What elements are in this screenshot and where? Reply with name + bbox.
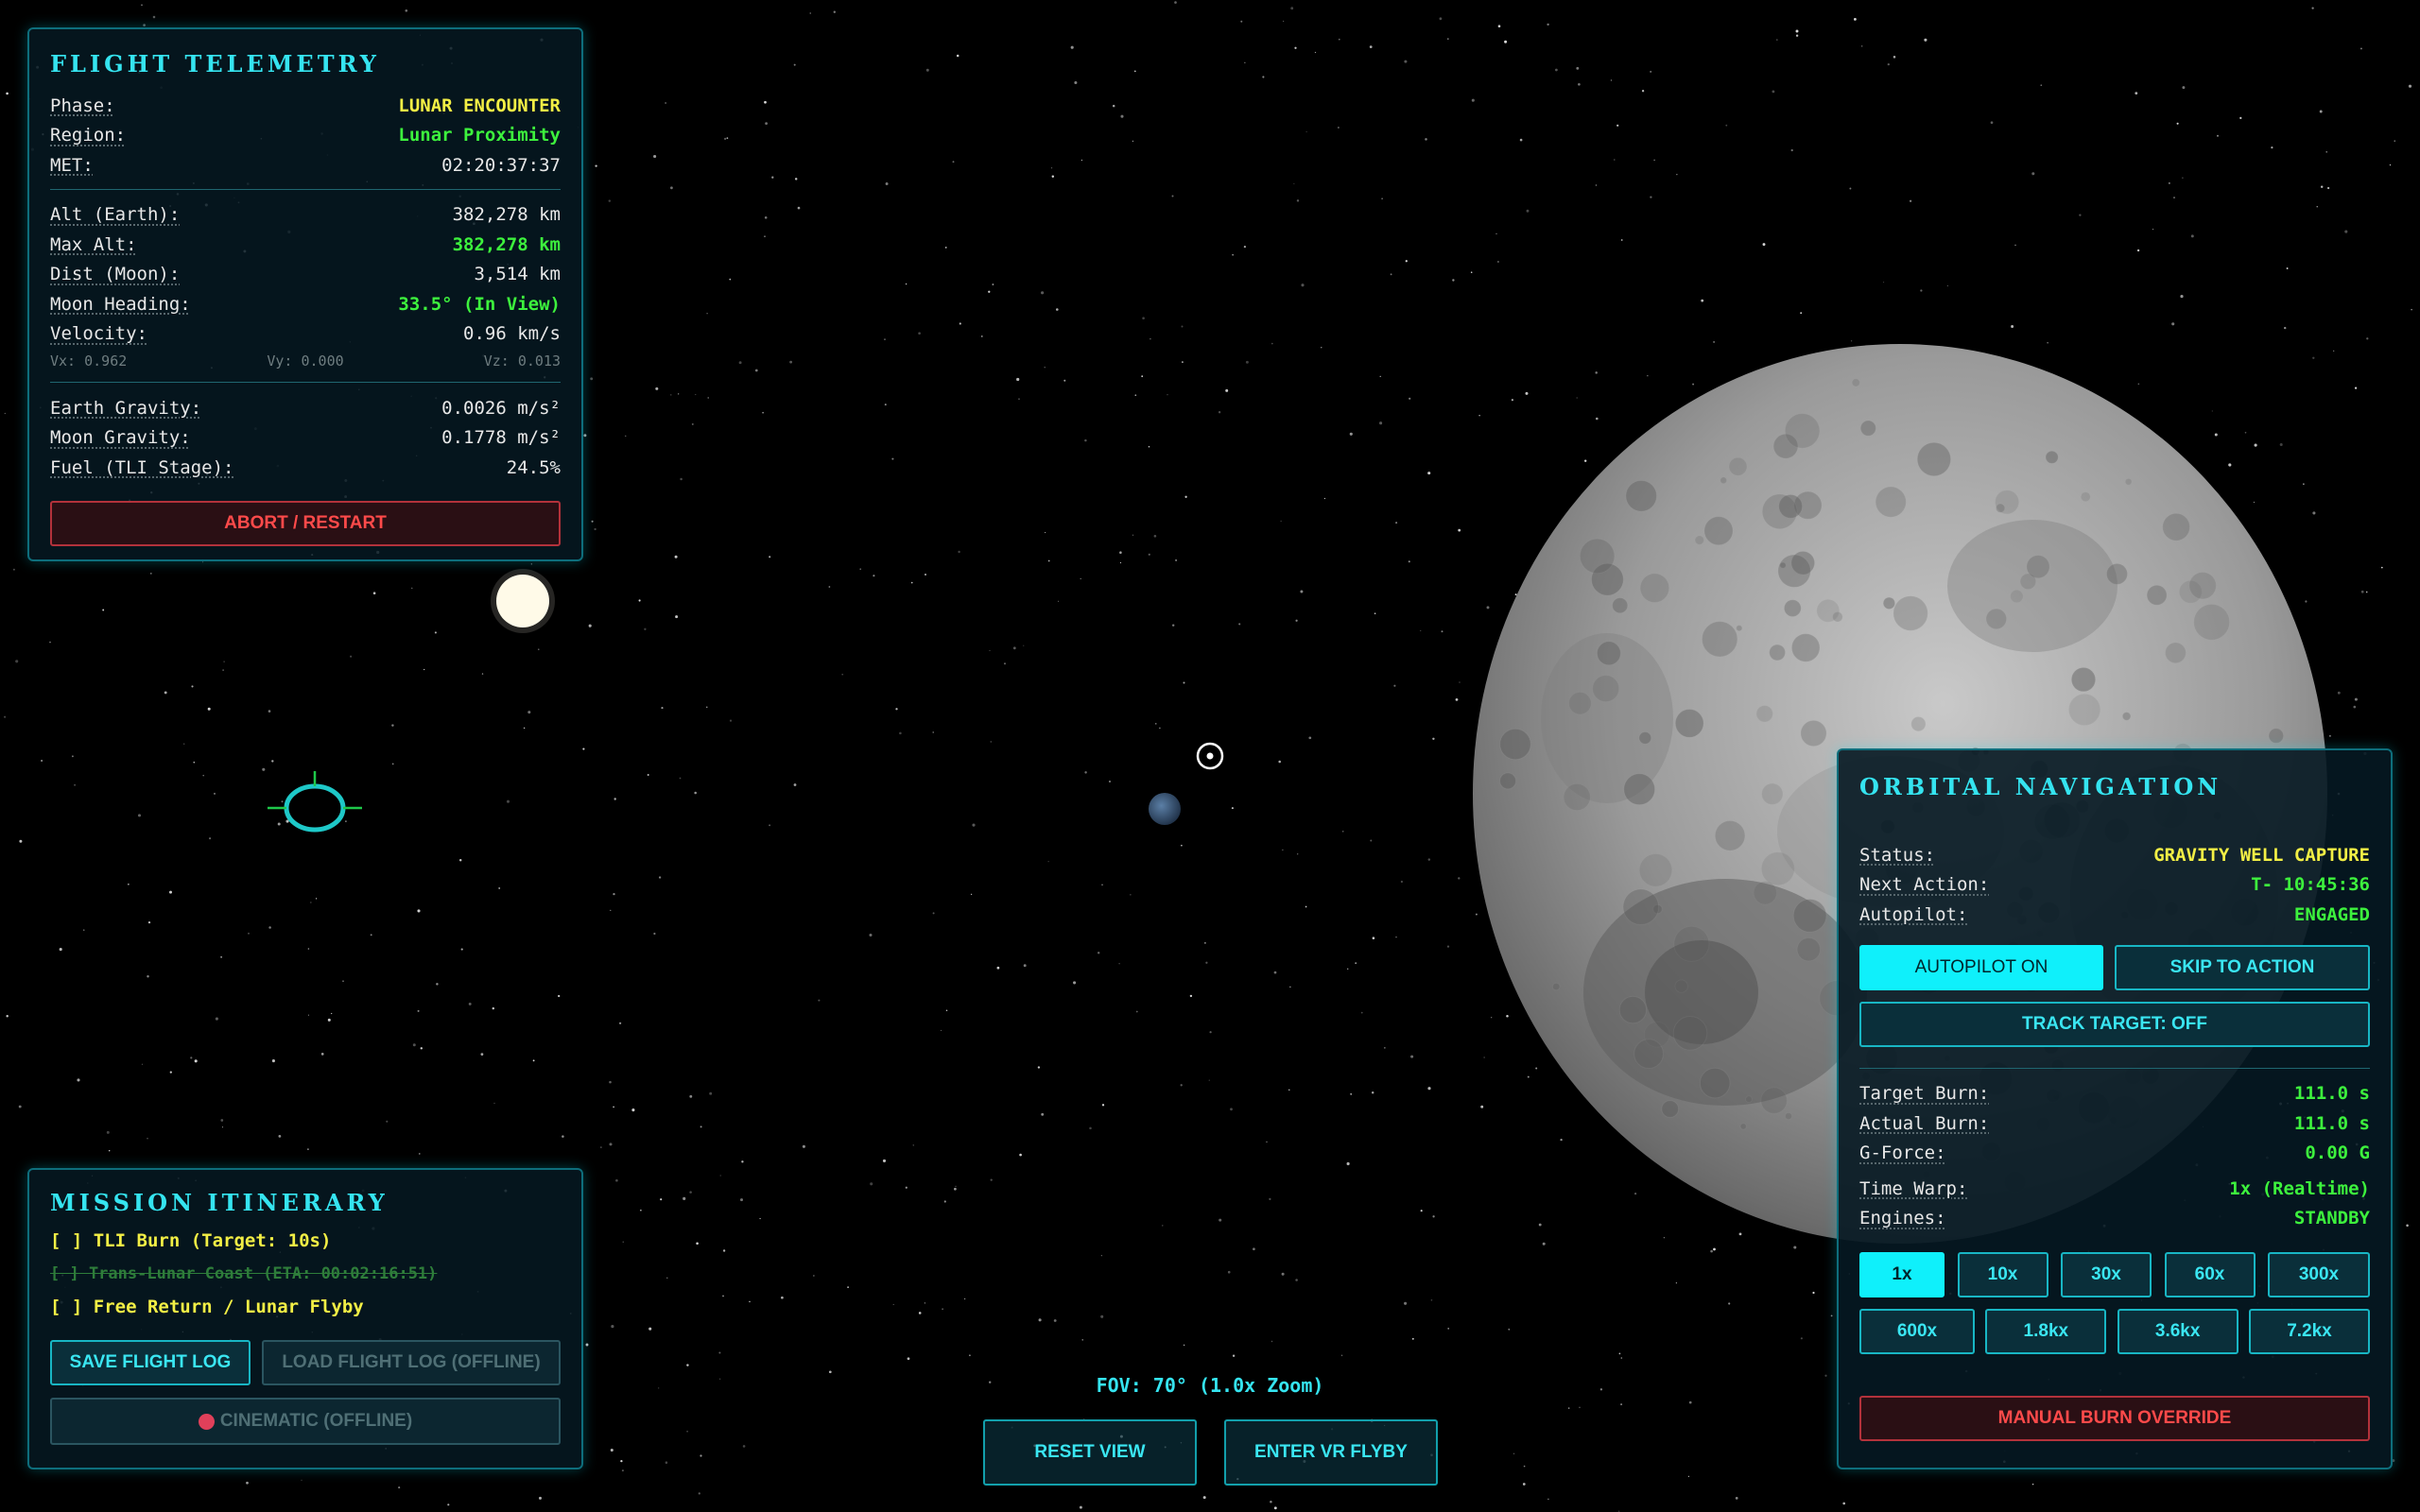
- warp-1-8kx-button[interactable]: 1.8kx: [1985, 1309, 2107, 1354]
- moon-gravity-label: Moon Gravity:: [50, 427, 191, 449]
- itinerary-item-free-return: [ ] Free Return / Lunar Flyby: [50, 1296, 364, 1317]
- itinerary-item-tli-burn: [ ] TLI Burn (Target: 10s): [50, 1229, 332, 1251]
- itinerary-title: MISSION ITINERARY: [50, 1189, 389, 1216]
- g-force-value: 0.00 G: [2305, 1143, 2370, 1164]
- moon-heading-value: 33.5° (In View): [398, 293, 561, 315]
- target-reticle-icon[interactable]: [1196, 742, 1224, 770]
- alt-earth-value: 382,278 km: [452, 204, 561, 226]
- warp-600x-button[interactable]: 600x: [1859, 1309, 1975, 1354]
- mission-itinerary-panel: MISSION ITINERARY [ ] TLI Burn (Target: …: [27, 1168, 583, 1469]
- phase-label: Phase:: [50, 94, 115, 116]
- manual-burn-override-button[interactable]: MANUAL BURN OVERRIDE: [1859, 1396, 2370, 1441]
- autopilot-value: ENGAGED: [2293, 903, 2370, 925]
- nav-status-label: Status:: [1859, 844, 1936, 866]
- flight-telemetry-panel: FLIGHT TELEMETRY Phase: LUNAR ENCOUNTER R…: [27, 27, 583, 561]
- skip-to-action-button[interactable]: SKIP TO ACTION: [2115, 944, 2370, 990]
- sun: [491, 569, 555, 633]
- earth-gravity-label: Earth Gravity:: [50, 397, 202, 419]
- fuel-value: 24.5%: [506, 456, 561, 478]
- moon-gravity-value: 0.1778 m/s²: [441, 427, 561, 449]
- warp-300x-button[interactable]: 300x: [2268, 1252, 2370, 1297]
- alt-earth-label: Alt (Earth):: [50, 204, 181, 226]
- navigation-title: ORBITAL NAVIGATION: [1859, 773, 2222, 800]
- warp-3-6kx-button[interactable]: 3.6kx: [2117, 1309, 2238, 1354]
- enter-vr-flyby-button[interactable]: ENTER VR FLYBY: [1224, 1419, 1438, 1486]
- region-value: Lunar Proximity: [398, 125, 561, 146]
- met-value: 02:20:37:37: [441, 154, 561, 176]
- warp-1x-button[interactable]: 1x: [1859, 1252, 1945, 1297]
- abort-restart-button[interactable]: ABORT / RESTART: [50, 500, 561, 546]
- track-target-button[interactable]: TRACK TARGET: OFF: [1859, 1001, 2370, 1047]
- warp-60x-button[interactable]: 60x: [2164, 1252, 2256, 1297]
- spacecraft-marker-icon[interactable]: [268, 771, 362, 833]
- record-dot-icon: [198, 1413, 215, 1430]
- earth: [1149, 793, 1181, 825]
- autopilot-on-button[interactable]: AUTOPILOT ON: [1859, 944, 2103, 990]
- region-label: Region:: [50, 125, 127, 146]
- g-force-label: G-Force:: [1859, 1143, 1946, 1164]
- nav-status-value: GRAVITY WELL CAPTURE: [2153, 844, 2370, 866]
- vz-value: Vz: 0.013: [483, 352, 561, 369]
- target-burn-value: 111.0 s: [2293, 1083, 2370, 1105]
- dist-moon-label: Dist (Moon):: [50, 264, 181, 285]
- fov-readout: FOV: 70° (1.0x Zoom): [1096, 1374, 1324, 1397]
- time-warp-label: Time Warp:: [1859, 1177, 1968, 1199]
- actual-burn-value: 111.0 s: [2293, 1112, 2370, 1134]
- warp-30x-button[interactable]: 30x: [2061, 1252, 2152, 1297]
- fuel-label: Fuel (TLI Stage):: [50, 456, 234, 478]
- engines-label: Engines:: [1859, 1208, 1946, 1229]
- telemetry-title: FLIGHT TELEMETRY: [50, 50, 380, 77]
- load-flight-log-button[interactable]: LOAD FLIGHT LOG (OFFLINE): [262, 1340, 561, 1385]
- dist-moon-value: 3,514 km: [474, 264, 561, 285]
- divider: [50, 188, 561, 190]
- cinematic-button[interactable]: CINEMATIC (OFFLINE): [50, 1398, 561, 1445]
- max-alt-label: Max Alt:: [50, 233, 137, 255]
- save-flight-log-button[interactable]: SAVE FLIGHT LOG: [50, 1340, 251, 1385]
- earth-gravity-value: 0.0026 m/s²: [441, 397, 561, 419]
- moon-heading-label: Moon Heading:: [50, 293, 191, 315]
- vx-value: Vx: 0.962: [50, 352, 128, 369]
- next-action-value: T- 10:45:36: [2251, 874, 2370, 896]
- velocity-label: Velocity:: [50, 323, 147, 345]
- time-warp-value: 1x (Realtime): [2229, 1177, 2370, 1199]
- met-label: MET:: [50, 154, 94, 176]
- max-alt-value: 382,278 km: [452, 233, 561, 255]
- vy-value: Vy: 0.000: [267, 352, 344, 369]
- divider: [50, 382, 561, 383]
- warp-7-2kx-button[interactable]: 7.2kx: [2248, 1309, 2370, 1354]
- next-action-label: Next Action:: [1859, 874, 1990, 896]
- phase-value: LUNAR ENCOUNTER: [398, 94, 561, 116]
- cinematic-button-label: CINEMATIC (OFFLINE): [219, 1411, 413, 1431]
- target-burn-label: Target Burn:: [1859, 1083, 1990, 1105]
- reset-view-button[interactable]: RESET VIEW: [983, 1419, 1197, 1486]
- velocity-value: 0.96 km/s: [463, 323, 561, 345]
- autopilot-label: Autopilot:: [1859, 903, 1968, 925]
- actual-burn-label: Actual Burn:: [1859, 1112, 1990, 1134]
- orbital-navigation-panel: ORBITAL NAVIGATION Status: GRAVITY WELL C…: [1837, 748, 2393, 1469]
- itinerary-item-trans-lunar-coast: [ ] Trans-Lunar Coast (ETA: 00:02:16:51): [50, 1263, 438, 1283]
- divider: [1859, 1067, 2370, 1069]
- warp-10x-button[interactable]: 10x: [1957, 1252, 2048, 1297]
- engines-value: STANDBY: [2293, 1208, 2370, 1229]
